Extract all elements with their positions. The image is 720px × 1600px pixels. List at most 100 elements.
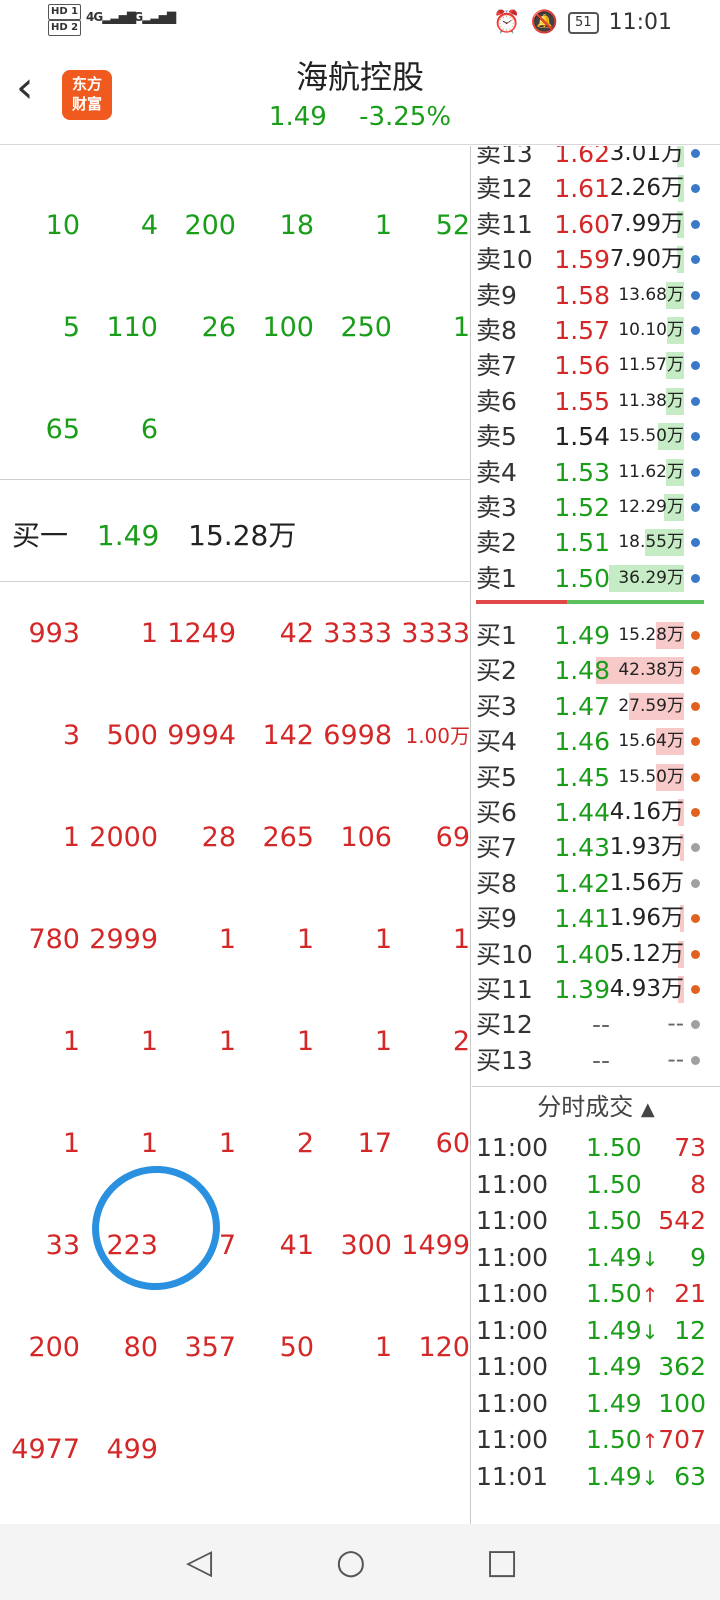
buy-grid-cell: 7 [218, 1230, 236, 1261]
buy-grid-cell: 50 [279, 1332, 314, 1363]
level-price: 1.43 [554, 833, 610, 863]
sell-grid-row: 5 110 26 100 250 1 [0, 308, 470, 348]
bid-level-row[interactable]: 买7 1.43 1.93万 [472, 830, 704, 865]
ask-level-row[interactable]: 卖12 1.61 2.26万 [472, 171, 704, 206]
bid-level-row[interactable]: 买3 1.47 27.59万 [472, 689, 704, 724]
trade-volume: 63 [674, 1461, 706, 1491]
level-volume: 12.29万 [618, 497, 684, 517]
trade-direction-icon: ↓ [641, 1319, 659, 1344]
ask-level-row[interactable]: 卖4 1.53 11.62万 [472, 455, 704, 490]
hd1-badge: HD 1 [48, 4, 82, 20]
buy-grid-row: 33 223 7 41 300 1499 [0, 1226, 470, 1266]
trade-row: 11:00 1.50 8 [476, 1166, 706, 1203]
bid-level-row[interactable]: 买5 1.45 15.50万 [472, 760, 704, 795]
buy-grid-cell: 1 [296, 924, 314, 955]
trade-volume: 12 [674, 1315, 706, 1345]
bid-level-row[interactable]: 买11 1.39 4.93万 [472, 972, 704, 1007]
nav-home-icon[interactable]: ○ [336, 1542, 366, 1582]
bid-level-row[interactable]: 买10 1.40 5.12万 [472, 937, 704, 972]
level-label: 买9 [476, 904, 517, 934]
level-dot-icon [691, 149, 700, 158]
bid-level-row[interactable]: 买4 1.46 15.64万 [472, 724, 704, 759]
level-dot-icon [691, 396, 700, 406]
ask-level-row[interactable]: 卖8 1.57 10.10万 [472, 313, 704, 348]
bid-level-row[interactable]: 买8 1.42 1.56万 [472, 866, 704, 901]
ask-level-row[interactable]: 卖7 1.56 11.57万 [472, 348, 704, 383]
stock-change: -3.25% [359, 102, 452, 132]
divider [0, 479, 470, 480]
bid-level-row[interactable]: 买9 1.41 1.96万 [472, 901, 704, 936]
buy-grid-cell: 500 [106, 720, 158, 751]
level-label: 卖13 [476, 146, 533, 168]
bid-level-row[interactable]: 买6 1.44 4.16万 [472, 795, 704, 830]
trade-volume: 100 [658, 1388, 706, 1418]
buy-grid-cell: 2000 [89, 822, 158, 853]
level-dot-icon [691, 503, 700, 512]
level-volume: 27.59万 [618, 695, 684, 716]
ask-level-row[interactable]: 卖9 1.58 13.68万 [472, 278, 704, 313]
sell-grid-cell: 4 [140, 210, 158, 241]
trade-price: 1.49↓ [586, 1461, 659, 1491]
level-price: 1.51 [554, 528, 610, 558]
ask-level-row[interactable]: 卖11 1.60 7.99万 [472, 207, 704, 242]
order-book[interactable]: 卖13 1.62 3.01万 卖12 1.61 2.26万 卖11 1.60 7.99万 卖10 1… [472, 146, 720, 1086]
level-price: 1.62 [554, 146, 610, 168]
level-dot-icon [691, 538, 700, 548]
buy-grid-cell: 142 [262, 720, 314, 751]
buy-grid-cell: 300 [340, 1230, 392, 1261]
level-label: 买4 [476, 727, 517, 757]
trade-row: 11:00 1.49 362 [476, 1348, 706, 1385]
ask-level-row[interactable]: 卖3 1.52 12.29万 [472, 490, 704, 525]
buy-grid-cell: 1 [218, 924, 236, 955]
level-volume: 11.38万 [618, 390, 684, 411]
trade-price: 1.49↓ [586, 1242, 659, 1272]
level-volume: 1.96万 [609, 905, 684, 932]
level-dot-icon [691, 985, 700, 994]
level-volume: -- [667, 1011, 684, 1038]
sell-grid-cell: 5 [62, 312, 80, 343]
level-volume: 15.64万 [618, 731, 684, 752]
ask-level-row[interactable]: 卖5 1.54 15.50万 [472, 419, 704, 454]
level-volume: 15.50万 [618, 426, 684, 447]
buy-grid-cell: 1249 [167, 618, 236, 649]
trade-volume: 542 [658, 1206, 706, 1235]
level-volume: 11.57万 [618, 355, 684, 376]
tick-trades-panel[interactable]: 分时成交 ▲ 11:00 1.50 73 11:00 1.50 8 11:00 1.50 542… [472, 1086, 720, 1525]
trade-row: 11:00 1.50↑ 21 [476, 1275, 706, 1312]
level-dot-icon [691, 1020, 700, 1030]
stock-quote: 1.49 -3.25% [0, 102, 720, 132]
buy-grid-cell: 2 [296, 1128, 314, 1159]
buy-grid-cell: 106 [340, 822, 392, 853]
system-nav-bar: ◁ ○ □ [0, 1524, 720, 1600]
order-queue-panel[interactable]: 10 4 200 18 1 52 5 110 26 100 250 1 65 6 买一 1.49 15.2… [0, 146, 471, 1524]
ask-level-row[interactable]: 卖2 1.51 18.55万 [472, 525, 704, 560]
ask-level-row[interactable]: 卖13 1.62 3.01万 [472, 146, 704, 171]
trades-header[interactable]: 分时成交 ▲ [472, 1087, 720, 1127]
trade-volume: 73 [674, 1133, 706, 1162]
nav-back-icon[interactable]: ◁ [186, 1542, 212, 1582]
sell-grid-row: 10 4 200 18 1 52 [0, 206, 470, 246]
buy-grid-cell: 60 [435, 1128, 470, 1159]
nav-recents-icon[interactable]: □ [486, 1542, 518, 1582]
ask-level-row[interactable]: 卖1 1.50 36.29万 [472, 561, 704, 596]
trade-time: 11:00 [476, 1206, 549, 1235]
ask-level-row[interactable]: 卖10 1.59 7.90万 [472, 242, 704, 277]
status-bar: HD 1 HD 2 4G▂▃▅▇ 5G▂▃▅▇ ⏰ 🔕 51 11:01 [0, 0, 720, 46]
bid-level-row[interactable]: 买1 1.49 15.28万 [472, 618, 704, 653]
bid-level-row[interactable]: 买2 1.48 42.38万 [472, 653, 704, 688]
level-dot-icon [691, 914, 700, 924]
stock-price: 1.49 [268, 102, 327, 132]
buy-grid-cell: 1 [62, 1026, 80, 1057]
bid-level-row[interactable]: 买13 -- -- [472, 1043, 704, 1078]
trade-time: 11:00 [476, 1169, 549, 1199]
level-dot-icon [691, 184, 700, 194]
level-dot-icon [691, 361, 700, 371]
bid-level-row[interactable]: 买12 -- -- [472, 1007, 704, 1042]
level-volume: 7.99万 [609, 210, 684, 237]
level-price: 1.58 [554, 280, 610, 310]
level-dot-icon [691, 573, 700, 583]
ask-level-row[interactable]: 卖6 1.55 11.38万 [472, 384, 704, 419]
buy-grid-cell: 1 [62, 1128, 80, 1159]
buy-grid-cell: 69 [435, 822, 470, 853]
buy-grid-cell: 265 [262, 822, 314, 853]
